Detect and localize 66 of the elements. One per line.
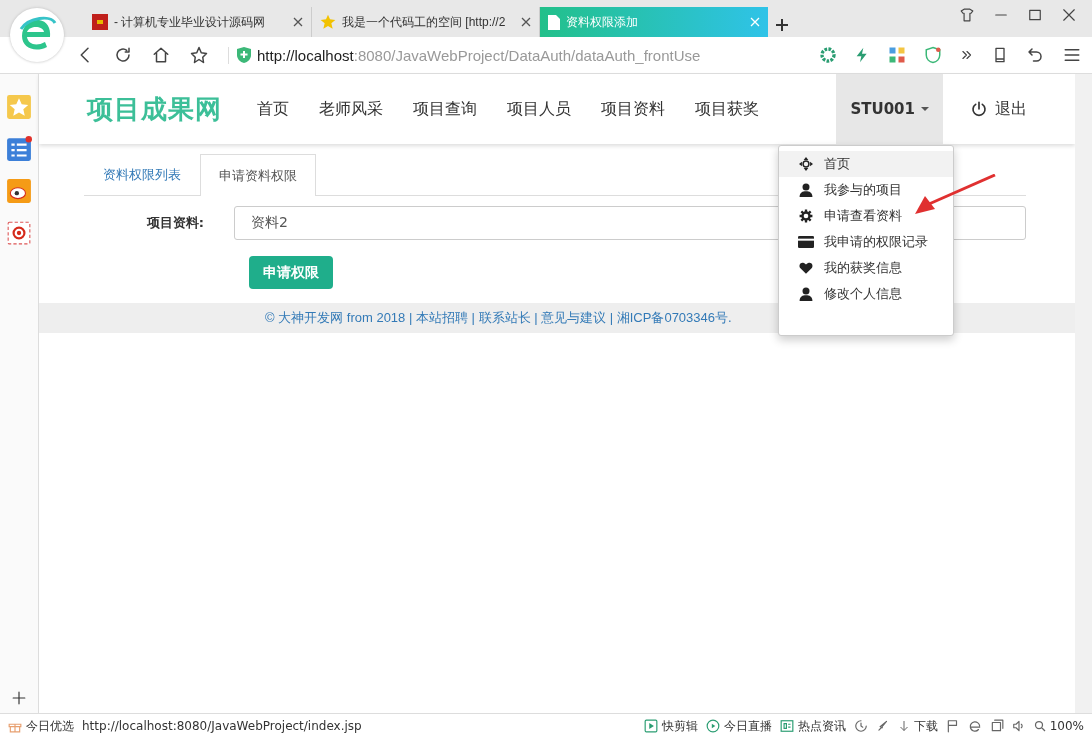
search-icon — [1033, 720, 1046, 732]
star-icon[interactable] — [190, 46, 208, 64]
tab[interactable]: 申请资料权限 — [200, 154, 316, 196]
volume-icon[interactable] — [1011, 719, 1026, 733]
maximize-icon[interactable] — [1028, 8, 1042, 22]
phone-icon[interactable] — [992, 46, 1008, 64]
clock-icon[interactable] — [853, 719, 868, 733]
url-text: http://localhost:8080/JavaWebProject/DataAuth/dataAuth_frontUse — [257, 46, 701, 64]
flag-icon[interactable] — [945, 719, 960, 733]
status-item[interactable]: 快剪辑 — [643, 717, 698, 735]
home-icon[interactable] — [152, 46, 170, 64]
double-chevron-icon[interactable] — [960, 48, 974, 62]
field-label: 项目资料: — [145, 214, 205, 232]
add-icon[interactable] — [12, 691, 26, 705]
heart-icon — [798, 261, 814, 275]
close-icon[interactable] — [293, 17, 303, 27]
card-icon — [798, 236, 814, 248]
address-bar[interactable]: http://localhost:8080/JavaWebProject/DataAuth/dataAuth_frontUse — [228, 46, 777, 64]
new-tab-icon[interactable] — [776, 19, 788, 31]
browser-icon[interactable] — [967, 719, 982, 733]
play-circle-icon — [705, 719, 720, 733]
star-icon — [320, 14, 336, 30]
settings-icon — [798, 209, 814, 223]
window-icon[interactable] — [989, 719, 1004, 733]
shield-icon — [237, 47, 251, 63]
nav-link[interactable]: 首页 — [242, 98, 304, 120]
nav-link[interactable]: 项目资料 — [586, 98, 680, 120]
zoom-level[interactable]: 100% — [1033, 719, 1084, 733]
status-item[interactable]: 今日直播 — [705, 717, 772, 735]
news-icon — [779, 719, 794, 733]
tab[interactable]: 资料权限列表 — [84, 154, 200, 195]
user-icon — [798, 183, 814, 197]
user-menu-button[interactable]: STU001 — [836, 74, 943, 144]
menu-item[interactable]: 首页 — [779, 151, 953, 177]
status-url: http://localhost:8080/JavaWebProject/index.jsp — [82, 719, 362, 733]
apps-icon[interactable] — [888, 46, 906, 64]
nav-link[interactable]: 项目查询 — [398, 98, 492, 120]
scrollbar[interactable] — [1075, 74, 1092, 713]
menu-item[interactable]: 申请查看资料 — [779, 203, 953, 229]
nav-link[interactable]: 项目获奖 — [680, 98, 774, 120]
rocket-icon[interactable] — [875, 719, 890, 733]
power-icon — [971, 101, 987, 117]
crosshair-icon — [798, 157, 814, 171]
shirt-icon[interactable] — [960, 8, 974, 22]
nav-link[interactable]: 老师风采 — [304, 98, 398, 120]
daily-picks-link[interactable]: 今日优选 — [8, 717, 74, 735]
download-icon — [897, 719, 910, 733]
user-icon — [798, 287, 814, 301]
close-icon[interactable] — [1062, 8, 1076, 22]
download-link[interactable]: 下载 — [897, 717, 938, 735]
aperture-icon[interactable] — [820, 47, 836, 63]
nav-link[interactable]: 项目人员 — [492, 98, 586, 120]
logout-link[interactable]: 退出 — [943, 98, 1075, 120]
shield-icon[interactable] — [924, 46, 942, 64]
site-favicon-icon — [92, 14, 108, 30]
undo-icon[interactable] — [1026, 46, 1044, 64]
menu-item[interactable]: 我参与的项目 — [779, 177, 953, 203]
star-folder-icon[interactable] — [6, 94, 32, 120]
status-item[interactable]: 热点资讯 — [779, 717, 846, 735]
menu-icon[interactable] — [1062, 46, 1082, 64]
document-icon — [548, 14, 560, 30]
close-icon[interactable] — [521, 17, 531, 27]
play-icon — [643, 719, 658, 733]
list-icon[interactable] — [6, 136, 32, 162]
menu-item[interactable]: 我的获奖信息 — [779, 255, 953, 281]
reload-icon[interactable] — [114, 46, 132, 64]
